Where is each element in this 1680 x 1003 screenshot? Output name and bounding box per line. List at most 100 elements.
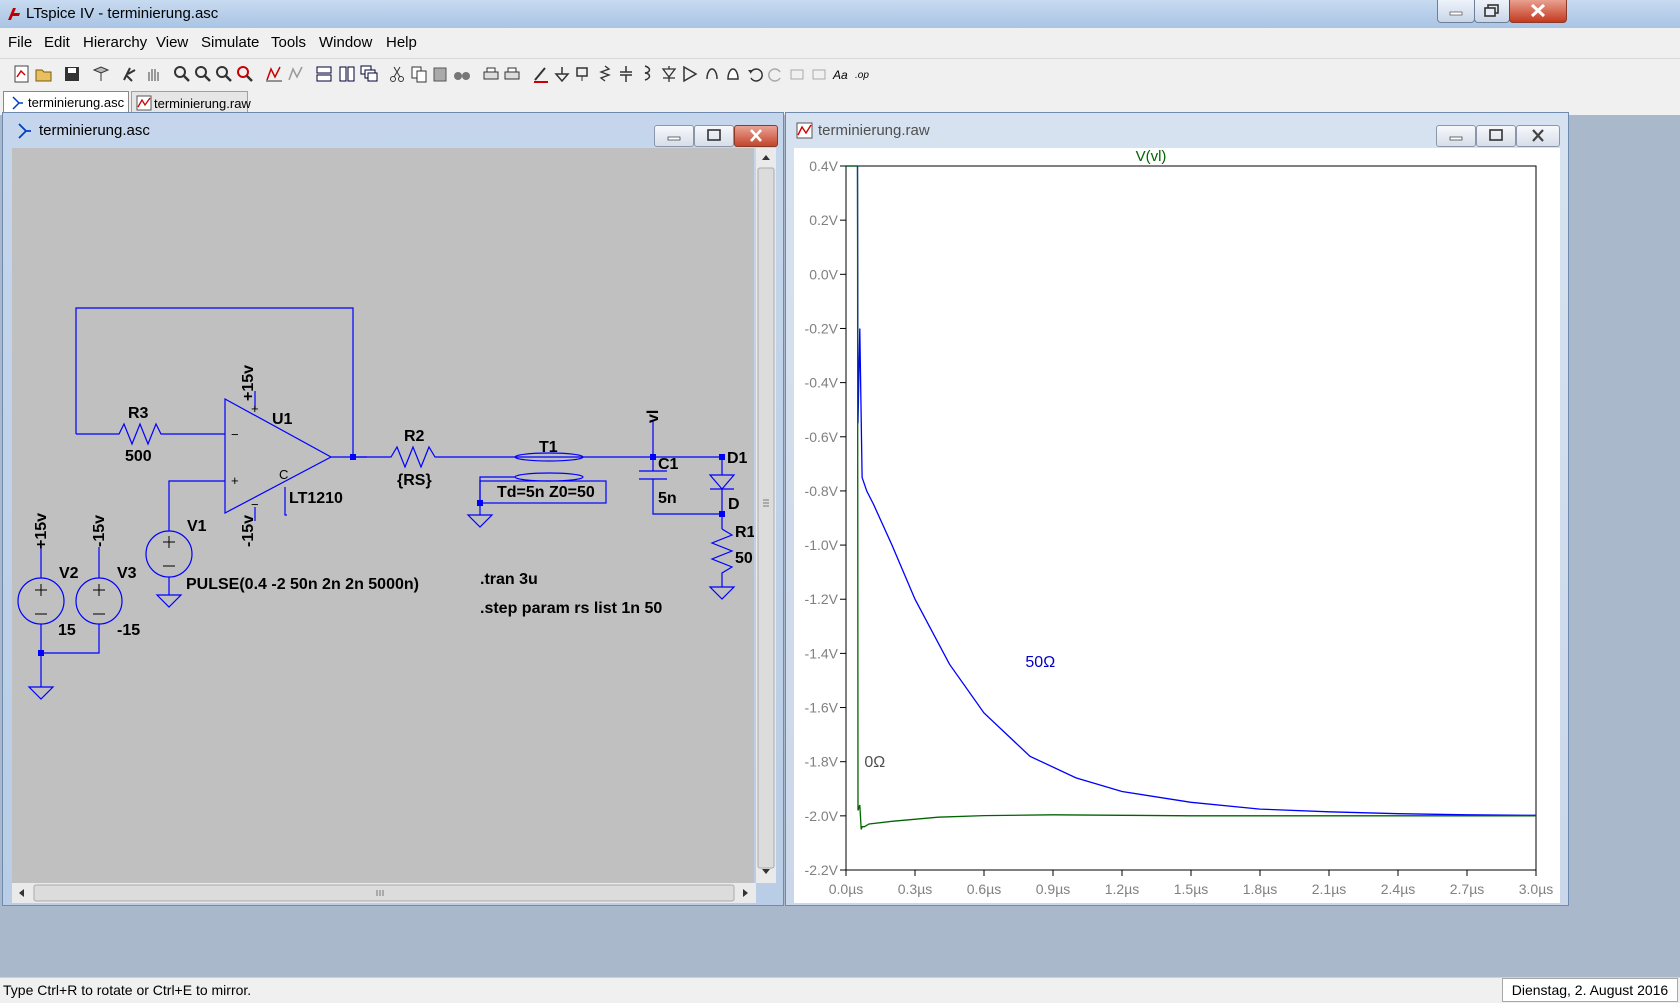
ground-symbol xyxy=(708,586,736,600)
spice-directive-icon[interactable]: .op xyxy=(852,64,872,84)
menu-hierarchy[interactable]: Hierarchy xyxy=(83,34,147,51)
schematic-minimize-button[interactable] xyxy=(654,125,694,147)
schematic-drawing: R3 500 U1 LT1210 R2 {RS} T1 Td=5n Z0=50 … xyxy=(17,307,754,700)
paste-icon[interactable] xyxy=(430,64,450,84)
junction-dot xyxy=(719,511,725,517)
maximize-button[interactable] xyxy=(1474,0,1510,23)
t1-label: T1 xyxy=(539,439,558,456)
tab-label: terminierung.asc xyxy=(28,95,125,110)
trace-series-1[interactable] xyxy=(846,165,1536,830)
u1-part: LT1210 xyxy=(289,490,343,507)
redo-icon[interactable] xyxy=(766,64,786,84)
x-tick-label: 2.7µs xyxy=(1450,881,1485,897)
tab-terminierung-asc[interactable]: terminierung.asc xyxy=(3,91,129,114)
schematic-horizontal-scrollbar[interactable] xyxy=(12,883,756,903)
halt-icon[interactable] xyxy=(143,64,163,84)
minimize-button[interactable] xyxy=(1437,0,1475,23)
menu-view[interactable]: View xyxy=(156,34,188,51)
waveform-maximize-button[interactable] xyxy=(1476,125,1516,147)
inductor-icon[interactable] xyxy=(637,64,657,84)
rotate-icon[interactable] xyxy=(787,64,807,84)
close-button[interactable] xyxy=(1509,0,1567,23)
label-net-icon[interactable] xyxy=(573,64,593,84)
d1-value: D xyxy=(728,496,740,513)
v2-label: V2 xyxy=(59,565,79,582)
menu-file[interactable]: File xyxy=(8,34,32,51)
menu-simulate[interactable]: Simulate xyxy=(201,34,259,51)
print-setup-icon[interactable] xyxy=(481,64,501,84)
text-icon[interactable]: Aa xyxy=(831,64,851,84)
status-bar: Type Ctrl+R to rotate or Ctrl+E to mirro… xyxy=(0,977,1680,1003)
mirror-icon[interactable] xyxy=(809,64,829,84)
run-icon[interactable] xyxy=(120,64,140,84)
tile-vertical-icon[interactable] xyxy=(337,64,357,84)
r3-resistor[interactable] xyxy=(76,422,225,446)
tab-terminierung-raw[interactable]: terminierung.raw xyxy=(131,91,251,114)
v3-plus xyxy=(93,584,105,596)
opamp-minus-input: − xyxy=(231,427,239,442)
capacitor-icon[interactable] xyxy=(616,64,636,84)
d1-diode[interactable] xyxy=(708,474,736,490)
waveform-icon xyxy=(136,95,152,111)
minimize-icon xyxy=(1449,11,1463,16)
autorange-icon[interactable] xyxy=(264,64,284,84)
schematic-canvas[interactable]: R3 500 U1 LT1210 R2 {RS} T1 Td=5n Z0=50 … xyxy=(12,148,754,883)
print-icon[interactable] xyxy=(502,64,522,84)
plot-pane[interactable]: 0.4V 0.2V 0.0V -0.2V -0.4V -0.6V -0.8V -1.0V -1.… xyxy=(794,148,1560,903)
ground-icon[interactable] xyxy=(552,64,572,84)
t1-line-bottom xyxy=(514,472,584,482)
undo-icon[interactable] xyxy=(745,64,765,84)
menu-bar: File Edit Hierarchy View Simulate Tools … xyxy=(0,28,1680,58)
copy-icon[interactable] xyxy=(409,64,429,84)
trace-title[interactable]: V(vl) xyxy=(1136,148,1167,165)
menu-window[interactable]: Window xyxy=(319,34,372,51)
schematic-close-button[interactable] xyxy=(734,125,778,147)
schematic-vertical-scrollbar[interactable] xyxy=(756,148,776,883)
resistor-icon[interactable] xyxy=(595,64,615,84)
zoom-fit-icon[interactable] xyxy=(214,64,234,84)
diode-icon[interactable] xyxy=(659,64,679,84)
ltspice-logo-icon xyxy=(8,8,20,20)
opamp-c-pin: C xyxy=(279,467,288,482)
control-panel-icon[interactable] xyxy=(91,64,111,84)
waveform-window: terminierung.raw 0.4V 0.2V 0.0V -0.2V -0.4V -… xyxy=(785,112,1569,906)
menu-edit[interactable]: Edit xyxy=(44,34,70,51)
component-icon[interactable] xyxy=(680,64,700,84)
menu-help[interactable]: Help xyxy=(386,34,417,51)
r1-resistor[interactable] xyxy=(710,528,734,587)
y-tick-label: -0.4V xyxy=(805,375,839,391)
x-tick-label: 0.0µs xyxy=(829,881,864,897)
save-icon[interactable] xyxy=(62,64,82,84)
waveform-close-button[interactable] xyxy=(1516,125,1560,147)
step-directive: .step param rs list 1n 50 xyxy=(480,600,662,617)
mdi-workspace: terminierung.asc R3 500 U1 LT1210 R2 {RS… xyxy=(0,112,1680,977)
x-tick-label: 3.0µs xyxy=(1519,881,1554,897)
zoom-cancel-icon[interactable] xyxy=(235,64,255,84)
minimize-icon xyxy=(667,136,681,141)
tile-horizontal-icon[interactable] xyxy=(314,64,334,84)
find-icon[interactable] xyxy=(452,64,472,84)
move-icon[interactable] xyxy=(702,64,722,84)
waveform-minimize-button[interactable] xyxy=(1436,125,1476,147)
r1-value: 50 xyxy=(735,550,753,567)
draw-wire-icon[interactable] xyxy=(531,64,551,84)
schematic-maximize-button[interactable] xyxy=(694,125,734,147)
y-tick-label: -2.2V xyxy=(805,862,839,878)
cut-icon[interactable] xyxy=(387,64,407,84)
trace-series-0[interactable] xyxy=(846,165,1537,816)
menu-tools[interactable]: Tools xyxy=(271,34,306,51)
drag-icon[interactable] xyxy=(723,64,743,84)
zoom-in-icon[interactable] xyxy=(172,64,192,84)
ground-symbol xyxy=(27,686,55,700)
new-schematic-icon[interactable] xyxy=(12,64,32,84)
close-icon xyxy=(1530,3,1546,18)
open-icon[interactable] xyxy=(34,64,54,84)
v2-net-label: +15v xyxy=(33,513,50,549)
y-tick-label: -1.6V xyxy=(805,700,839,716)
pick-visible-traces-icon[interactable] xyxy=(286,64,306,84)
r2-resistor[interactable] xyxy=(353,445,515,469)
y-tick-label: 0.4V xyxy=(809,158,838,174)
zoom-out-icon[interactable] xyxy=(193,64,213,84)
cascade-icon[interactable] xyxy=(359,64,379,84)
scrollbar-arrows-icon xyxy=(757,155,775,874)
